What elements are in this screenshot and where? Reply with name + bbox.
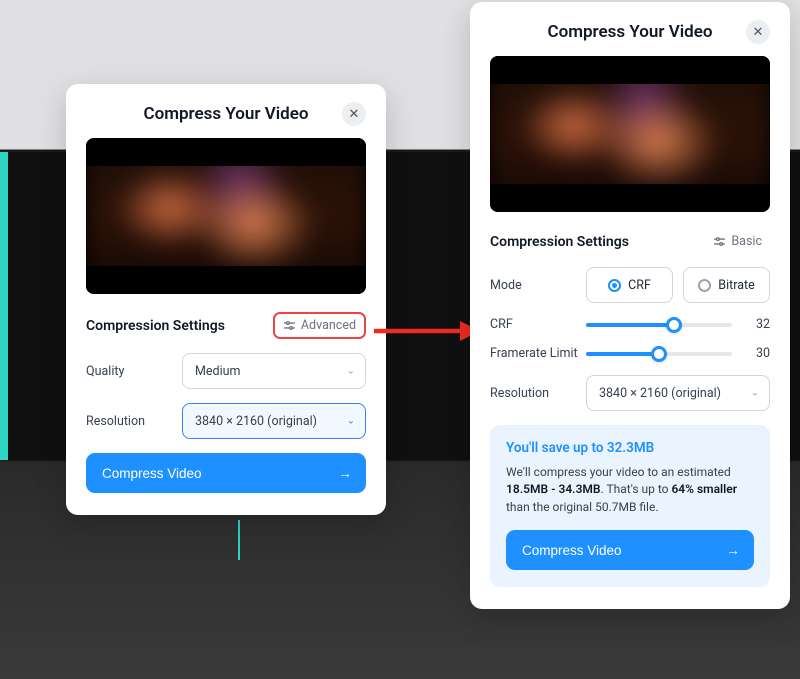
settings-title: Compression Settings <box>86 318 225 334</box>
savings-range: 18.5MB - 34.3MB <box>506 482 601 496</box>
savings-info: You'll save up to 32.3MB We'll compress … <box>490 425 770 587</box>
fps-slider[interactable] <box>586 352 732 356</box>
radio-icon <box>608 279 621 292</box>
arrow-right-icon: → <box>338 465 352 481</box>
compress-button-label: Compress Video <box>102 466 202 481</box>
close-icon: ✕ <box>349 107 360 122</box>
slider-fill <box>586 352 659 356</box>
video-thumbnail <box>86 138 366 294</box>
close-button[interactable]: ✕ <box>342 102 366 126</box>
mode-bitrate-label: Bitrate <box>718 278 754 293</box>
mode-crf-option[interactable]: CRF <box>586 267 673 303</box>
quality-row: Quality Medium ⌄ <box>86 353 366 389</box>
dialog-title: Compress Your Video <box>547 22 712 42</box>
playhead-line <box>238 520 240 560</box>
compress-button[interactable]: Compress Video → <box>506 530 754 570</box>
close-icon: ✕ <box>753 25 764 40</box>
fps-label: Framerate Limit <box>490 346 586 361</box>
settings-header: Compression Settings Basic <box>490 230 770 253</box>
resolution-value: 3840 × 2160 (original) <box>599 386 721 401</box>
arrow-right-icon: → <box>726 542 740 558</box>
slider-knob[interactable] <box>666 317 682 333</box>
resolution-label: Resolution <box>86 414 182 429</box>
sliders-icon <box>283 319 296 332</box>
slider-knob[interactable] <box>651 346 667 362</box>
quality-select[interactable]: Medium ⌄ <box>182 353 366 389</box>
basic-toggle[interactable]: Basic <box>705 230 770 253</box>
mode-row: Mode CRF Bitrate <box>490 267 770 303</box>
compress-button[interactable]: Compress Video → <box>86 453 366 493</box>
compress-dialog-basic: Compress Your Video ✕ Compression Settin… <box>66 84 386 515</box>
savings-text: We'll compress your video to an estimate… <box>506 465 731 479</box>
crf-label: CRF <box>490 317 586 332</box>
chevron-down-icon: ⌄ <box>347 366 355 377</box>
resolution-row: Resolution 3840 × 2160 (original) ⌄ <box>490 375 770 411</box>
slider-fill <box>586 323 674 327</box>
mode-bitrate-option[interactable]: Bitrate <box>683 267 770 303</box>
savings-body: We'll compress your video to an estimate… <box>506 464 754 516</box>
resolution-row: Resolution 3840 × 2160 (original) ⌄ <box>86 403 366 439</box>
video-thumbnail-image <box>86 138 366 294</box>
dialog-title: Compress Your Video <box>143 104 308 124</box>
savings-pct: 64% smaller <box>671 482 737 496</box>
quality-value: Medium <box>195 364 240 379</box>
crf-row: CRF 32 <box>490 317 770 332</box>
sliders-icon <box>713 235 726 248</box>
resolution-value: 3840 × 2160 (original) <box>195 414 317 429</box>
close-button[interactable]: ✕ <box>746 20 770 44</box>
savings-text: than the original 50.7MB file. <box>506 500 659 514</box>
chevron-down-icon: ⌄ <box>347 416 355 427</box>
radio-icon <box>698 279 711 292</box>
video-thumbnail <box>490 56 770 212</box>
advanced-toggle-label: Advanced <box>301 318 356 333</box>
compress-button-label: Compress Video <box>522 543 622 558</box>
savings-text: . That's up to <box>601 482 672 496</box>
mode-label: Mode <box>490 278 586 293</box>
fps-value: 30 <box>744 346 770 361</box>
dialog-header: Compress Your Video ✕ <box>86 104 366 124</box>
savings-title: You'll save up to 32.3MB <box>506 440 754 456</box>
crf-value: 32 <box>744 317 770 332</box>
crf-slider[interactable] <box>586 323 732 327</box>
resolution-label: Resolution <box>490 386 586 401</box>
advanced-toggle[interactable]: Advanced <box>273 312 366 339</box>
settings-header: Compression Settings Advanced <box>86 312 366 339</box>
dialog-header: Compress Your Video ✕ <box>490 22 770 42</box>
basic-toggle-label: Basic <box>731 234 762 249</box>
mode-segmented: CRF Bitrate <box>586 267 770 303</box>
resolution-select[interactable]: 3840 × 2160 (original) ⌄ <box>586 375 770 411</box>
mode-crf-label: CRF <box>628 278 651 293</box>
settings-title: Compression Settings <box>490 234 629 250</box>
video-thumbnail-image <box>490 56 770 212</box>
compress-dialog-advanced: Compress Your Video ✕ Compression Settin… <box>470 2 790 609</box>
chevron-down-icon: ⌄ <box>751 388 759 399</box>
quality-label: Quality <box>86 364 182 379</box>
resolution-select[interactable]: 3840 × 2160 (original) ⌄ <box>182 403 366 439</box>
fps-row: Framerate Limit 30 <box>490 346 770 361</box>
timeline-strip <box>0 152 8 460</box>
